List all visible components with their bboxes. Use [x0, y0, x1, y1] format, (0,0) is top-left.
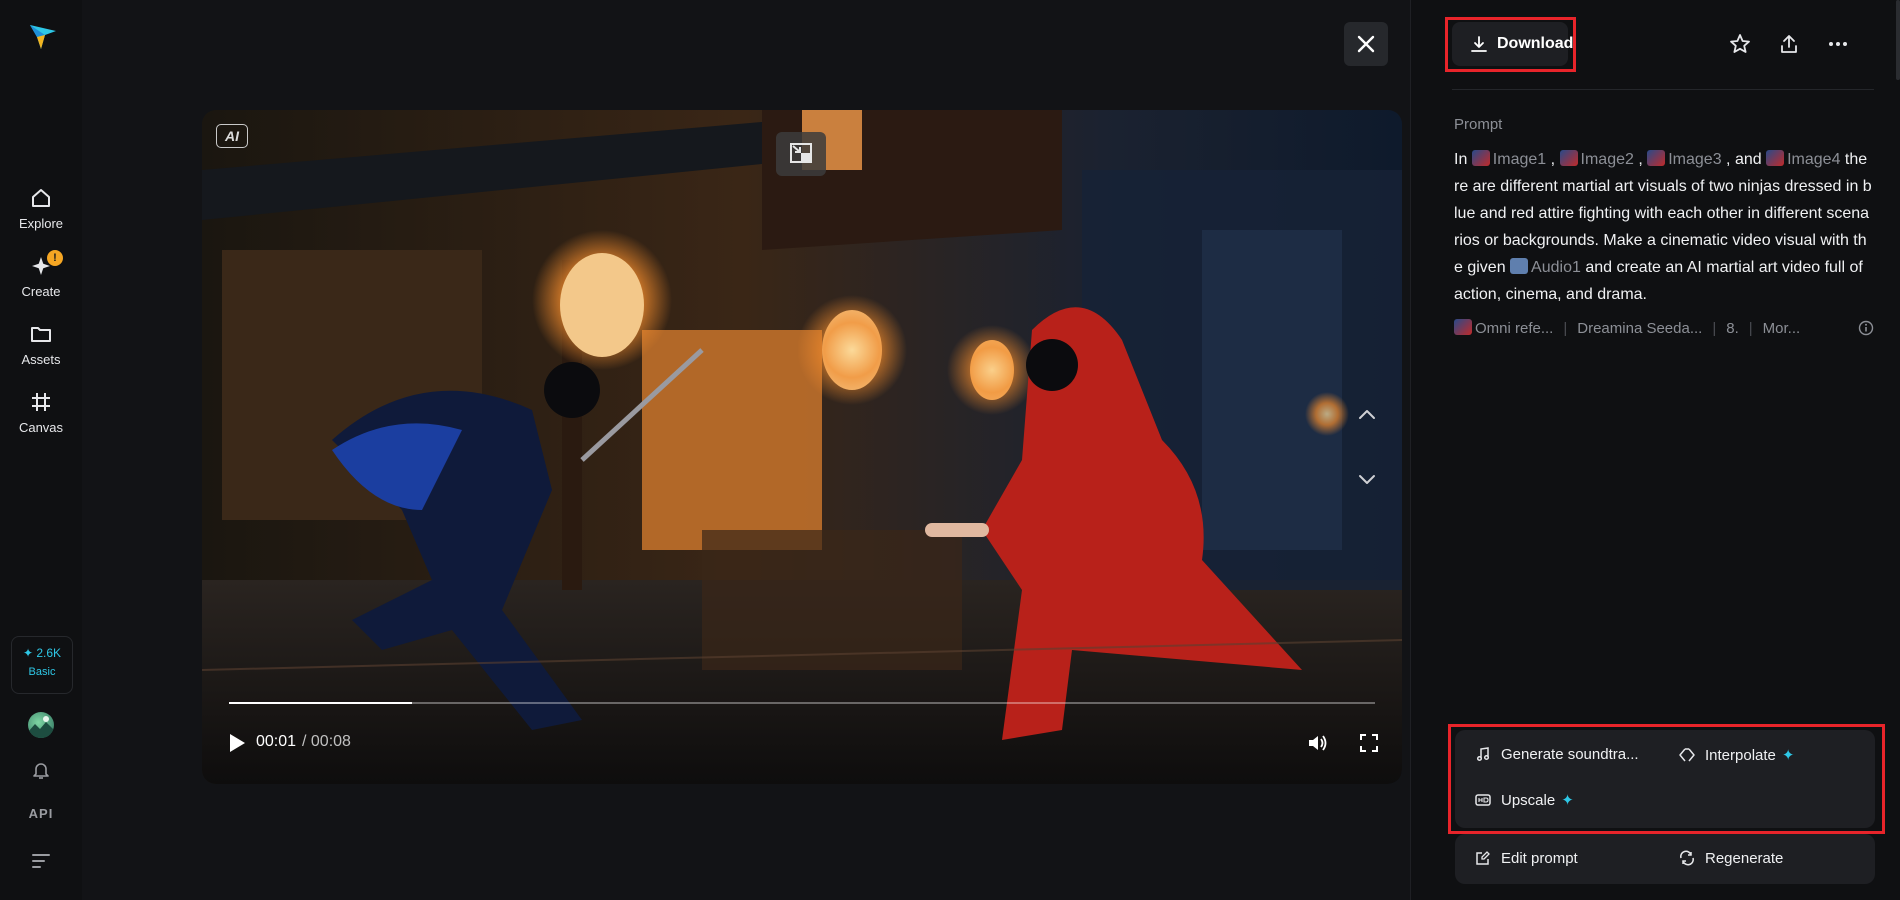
prompt-ref-image1[interactable]: Image1: [1493, 151, 1546, 168]
info-icon[interactable]: [1858, 320, 1874, 336]
api-link[interactable]: API: [0, 806, 82, 821]
meta-mode[interactable]: Omni refe...: [1475, 320, 1553, 337]
panel-scrollbar[interactable]: [1896, 0, 1900, 80]
edit-prompt-button[interactable]: Edit prompt: [1475, 850, 1578, 867]
prompt-ref-image2[interactable]: Image2: [1581, 151, 1634, 168]
sidebar-item-label: Create: [21, 284, 61, 299]
folder-icon: [31, 327, 51, 342]
star-icon[interactable]: [1728, 32, 1752, 56]
sidebar-item-label: Canvas: [18, 420, 64, 435]
image-thumbnail-icon: [1559, 150, 1578, 166]
image-thumbnail-icon: [1647, 150, 1666, 166]
sidebar-item-canvas[interactable]: Canvas: [0, 390, 82, 435]
credits-amount: ✦ 2.6K: [22, 646, 62, 660]
sidebar-item-assets[interactable]: Assets: [0, 322, 82, 367]
notification-badge: !: [47, 250, 63, 266]
meta-separator: |: [1712, 320, 1717, 337]
video-progress-fill: [229, 702, 413, 704]
prompt-ref-image3[interactable]: Image3: [1668, 151, 1721, 168]
image-thumbnail-icon: [1766, 150, 1785, 166]
video-progress-bar[interactable]: [229, 702, 1375, 704]
fullscreen-icon[interactable]: [1359, 733, 1379, 753]
close-icon: [1357, 35, 1375, 53]
ai-generated-tag: AI: [216, 124, 248, 148]
prompt-segment: In: [1454, 151, 1472, 168]
image-thumbnail-icon: [1471, 150, 1490, 166]
total-duration: / 00:08: [302, 733, 351, 750]
regenerate-button[interactable]: Regenerate: [1679, 850, 1783, 867]
sidebar-item-explore[interactable]: Explore: [0, 186, 82, 231]
chevron-down-icon[interactable]: [1356, 468, 1378, 490]
canvas-icon: [32, 393, 50, 411]
meta-model[interactable]: Dreamina Seeda...: [1577, 320, 1702, 337]
prompt-segment: ,: [1546, 151, 1560, 168]
avatar-image-icon: [28, 716, 54, 738]
menu-icon[interactable]: [32, 852, 50, 868]
app-logo-icon[interactable]: [27, 21, 59, 53]
avatar[interactable]: [28, 712, 54, 738]
details-panel: Download Prompt In Image1 , Image2 , Ima…: [1411, 0, 1900, 900]
video-stage: AI 00:01 / 00:08: [82, 0, 1410, 900]
regenerate-label: Regenerate: [1705, 850, 1784, 867]
download-highlight-box: [1445, 17, 1576, 72]
audio-thumbnail-icon: [1510, 258, 1529, 274]
meta-separator: |: [1748, 320, 1753, 337]
regenerate-icon: [1680, 850, 1694, 866]
chevron-up-icon[interactable]: [1356, 404, 1378, 426]
sidebar: Explore ! Create Assets Canvas ✦ 2.6K Ba…: [0, 0, 82, 900]
header-divider: [1452, 89, 1874, 90]
more-options-icon[interactable]: [1826, 32, 1850, 56]
video-player[interactable]: AI 00:01 / 00:08: [202, 110, 1402, 784]
meta-duration: 8.: [1726, 320, 1739, 337]
mode-thumbnail-icon: [1454, 319, 1472, 335]
credits-badge[interactable]: ✦ 2.6K Basic: [11, 636, 73, 694]
edit-actions-group: Edit prompt Regenerate: [1455, 834, 1875, 884]
swap-view-icon: [790, 143, 812, 163]
prompt-ref-image4[interactable]: Image4: [1787, 151, 1840, 168]
prompt-ref-audio1[interactable]: Audio1: [1531, 259, 1581, 276]
prompt-text: In Image1 , Image2 , Image3 , and Image4…: [1454, 146, 1872, 308]
prompt-heading: Prompt: [1454, 116, 1503, 133]
sidebar-item-create[interactable]: ! Create: [0, 250, 82, 299]
prompt-segment: , and: [1721, 151, 1767, 168]
plan-label: Basic: [28, 666, 56, 678]
meta-more[interactable]: Mor...: [1763, 320, 1801, 337]
home-icon: [32, 189, 50, 207]
sidebar-item-label: Assets: [21, 352, 61, 367]
generation-meta: Omni refe... | Dreamina Seeda... | 8. | Mor...: [1454, 319, 1884, 339]
meta-separator: |: [1563, 320, 1568, 337]
bell-icon[interactable]: [31, 760, 51, 780]
actions-highlight-box: [1448, 724, 1885, 834]
share-icon[interactable]: [1777, 32, 1801, 56]
edit-icon: [1476, 851, 1490, 865]
video-frame: [202, 110, 1402, 784]
prompt-segment: ,: [1633, 151, 1648, 168]
close-button[interactable]: [1344, 22, 1388, 66]
current-time: 00:01: [256, 733, 297, 750]
exit-compare-button[interactable]: [776, 132, 826, 176]
edit-prompt-label: Edit prompt: [1501, 850, 1578, 867]
sidebar-item-label: Explore: [18, 216, 64, 231]
play-icon[interactable]: [228, 733, 246, 753]
volume-icon[interactable]: [1307, 732, 1329, 754]
